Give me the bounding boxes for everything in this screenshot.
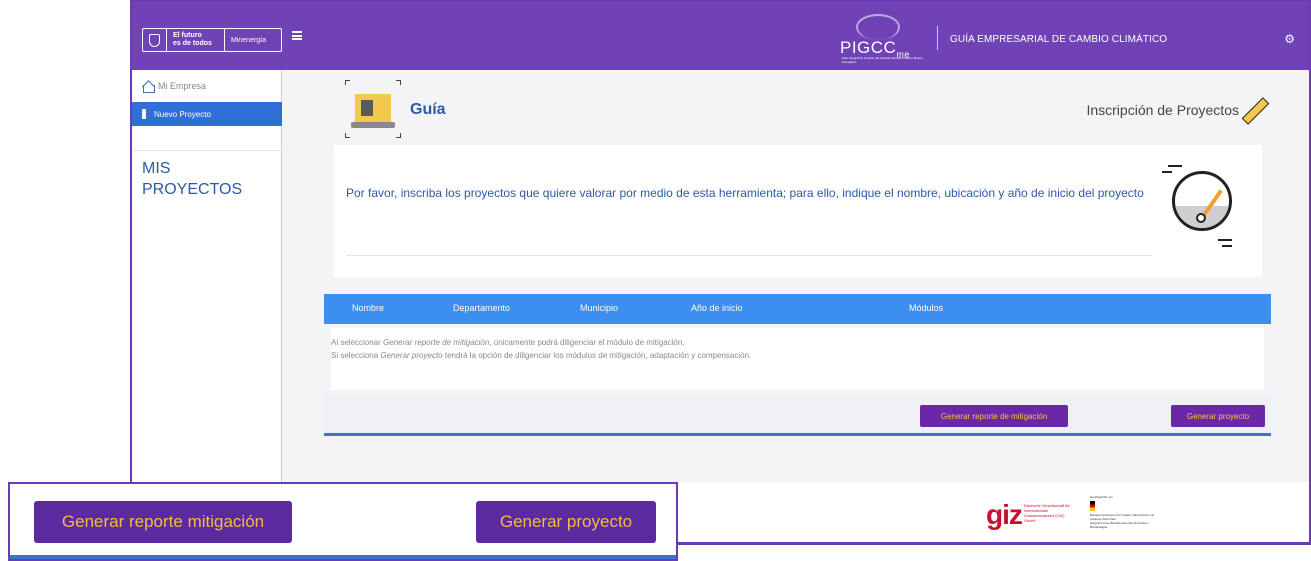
sidebar-item-label: Nuevo Proyecto	[154, 109, 211, 119]
menu-hamburger-icon[interactable]	[292, 31, 302, 40]
column-header-municipio: Municipio	[580, 303, 619, 313]
home-icon	[142, 80, 155, 93]
german-eagle-icon	[1090, 501, 1095, 511]
giz-logo-text: Deutsche Gesellschaft für Internationale…	[1024, 503, 1070, 523]
table-actions: Generar reporte de mitigación Generar pr…	[324, 394, 1271, 436]
pencil-icon	[142, 109, 146, 119]
main-content: Guía Inscripción de Proyectos Por favor,…	[283, 70, 1309, 542]
gear-icon[interactable]: ⚙	[1284, 32, 1295, 46]
instruction-text: Por favor, inscriba los proyectos que qu…	[346, 186, 1144, 200]
column-header-departamento: Departamento	[453, 303, 511, 313]
zoom-generate-project-button[interactable]: Generar proyecto	[476, 501, 656, 543]
brand-name: PIGCC	[840, 38, 897, 57]
note-mitigation: Al seleccionar Generar reporte de mitiga…	[331, 338, 685, 347]
sidebar-item-label: Mi Empresa	[158, 81, 207, 91]
note-emphasis: Generar proyecto	[380, 351, 443, 360]
section-title-line2: PROYECTOS	[142, 181, 243, 198]
table-header: Nombre Departamento Municipio Año de ini…	[324, 294, 1271, 324]
column-header-modulos: Módulos	[909, 303, 944, 313]
pigcc-logo: PIGCCme Plan Integral de Gestión del Cam…	[840, 14, 930, 66]
sidebar-divider	[132, 150, 282, 151]
factory-icon	[345, 80, 401, 138]
logo-swirl-icon	[856, 14, 900, 40]
sidebar-item-mi-empresa[interactable]: Mi Empresa	[142, 80, 207, 93]
app-window: El futuro es de todos Minenergía PIGCCme…	[130, 0, 1311, 545]
card-divider	[346, 255, 1152, 256]
sidebar-section-mis-proyectos[interactable]: MIS PROYECTOS	[142, 158, 242, 200]
section-title-line1: MIS	[142, 160, 171, 177]
column-header-ano-inicio: Año de inicio	[691, 303, 743, 313]
gov-logo-ministry: Minenergía	[231, 36, 267, 44]
table-body: Al seleccionar Generar reporte de mitiga…	[331, 328, 1264, 390]
instruction-card: Por favor, inscriba los proyectos que qu…	[334, 145, 1262, 277]
note-project: Si selecciona Generar proyecto tendrá la…	[331, 351, 752, 360]
zoom-generate-report-button[interactable]: Generar reporte mitigación	[34, 501, 292, 543]
german-ministry-logo: Durchgeführt von Bundesministerium für U…	[1090, 495, 1155, 529]
zoom-callout: Generar reporte mitigación Generar proye…	[8, 482, 678, 561]
projects-table: Nombre Departamento Municipio Año de ini…	[324, 294, 1271, 454]
sidebar: Mi Empresa Nuevo Proyecto MIS PROYECTOS	[132, 70, 282, 542]
gov-logo-line2: es de todos	[173, 40, 212, 47]
column-header-nombre: Nombre	[352, 303, 385, 313]
giz-logo: giz	[986, 499, 1023, 530]
header-divider	[937, 26, 938, 50]
gov-logo-line1: El futuro	[173, 32, 202, 39]
gov-logo: El futuro es de todos Minenergía	[142, 28, 282, 52]
colombia-shield-icon	[143, 29, 167, 51]
app-title: GUÍA EMPRESARIAL DE CAMBIO CLIMÁTICO	[950, 34, 1168, 45]
top-navbar: El futuro es de todos Minenergía PIGCCme…	[132, 2, 1309, 70]
zoom-divider	[10, 555, 676, 559]
note-emphasis: Generar reporte de mitigación	[383, 338, 490, 347]
sidebar-item-nuevo-proyecto[interactable]: Nuevo Proyecto	[132, 102, 282, 126]
generate-report-button[interactable]: Generar reporte de mitigación	[920, 405, 1068, 427]
page-title: Guía	[410, 101, 446, 118]
brand-tagline: Plan Integral de Gestión del Cambio Clim…	[842, 56, 923, 64]
section-heading: Inscripción de Proyectos	[1086, 102, 1239, 118]
generate-project-button[interactable]: Generar proyecto	[1171, 405, 1265, 427]
pencil-icon	[1241, 96, 1270, 126]
gauge-icon	[1162, 155, 1240, 251]
gov-logo-slogan: El futuro es de todos	[167, 29, 225, 51]
